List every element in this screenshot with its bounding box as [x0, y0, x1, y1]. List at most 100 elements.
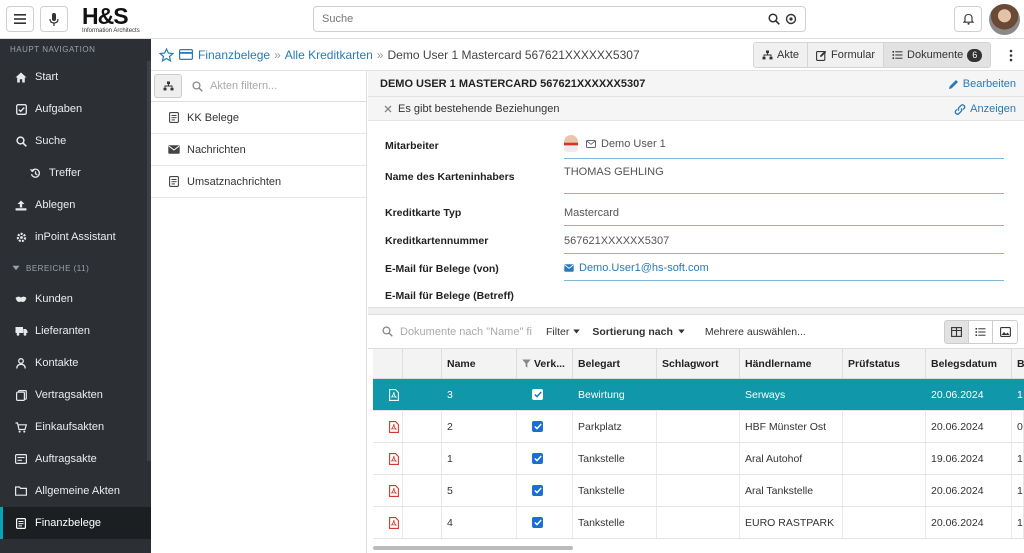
table-row[interactable]: 2 Parkplatz HBF Münster Ost 20.06.2024 0: [373, 411, 1024, 443]
akten-filter[interactable]: Akten filtern...: [192, 80, 277, 92]
row-schlagwort: [657, 475, 740, 506]
table-row[interactable]: 4 Tankstelle EURO RASTPARK 20.06.2024 1: [373, 507, 1024, 539]
sidebar-item-start[interactable]: Start: [0, 61, 151, 93]
sidebar-item-vertragsakten[interactable]: Vertragsakten: [0, 379, 151, 411]
microphone-button[interactable]: [40, 6, 68, 32]
sidebar-areas-header[interactable]: Bereiche (11): [0, 253, 151, 283]
field-value[interactable]: 567621XXXXXX5307: [564, 235, 1004, 254]
sidebar-item-inpoint-assistant[interactable]: inPoint Assistant: [0, 221, 151, 253]
sidebar-item-finanzbelege[interactable]: Finanzbelege: [0, 507, 151, 539]
search-icon: [192, 80, 203, 92]
row-checkbox[interactable]: [532, 517, 543, 528]
sidebar-item-allgemeine-akten[interactable]: Allgemeine Akten: [0, 475, 151, 507]
show-relations-button[interactable]: Anzeigen: [954, 103, 1016, 115]
tree-item-kk-belege[interactable]: KK Belege: [151, 102, 366, 134]
breadcrumb-separator: »: [376, 47, 384, 62]
documents-table: Name Verk... Belegart Schlagwort Händler…: [373, 349, 1024, 539]
column-header-b[interactable]: B: [1012, 349, 1024, 378]
search-icon: [382, 326, 393, 337]
row-schlagwort: [657, 379, 740, 410]
column-header-status[interactable]: [403, 349, 442, 378]
sidebar-areas-label: Bereiche (11): [26, 263, 90, 273]
tab-akte[interactable]: Akte: [754, 43, 809, 67]
more-options-button[interactable]: [1004, 47, 1018, 63]
sidebar-item-ablegen[interactable]: Ablegen: [0, 189, 151, 221]
tree-item-nachrichten[interactable]: Nachrichten: [151, 134, 366, 166]
record-title: DEMO USER 1 MASTERCARD 567621XXXXXX5307: [380, 77, 646, 90]
column-header-pruefstatus[interactable]: Prüfstatus: [843, 349, 926, 378]
sidebar-item-auftragsakte[interactable]: Auftragsakte: [0, 443, 151, 475]
document-icon: [167, 112, 181, 123]
search-icon[interactable]: [768, 13, 780, 25]
column-header-belegsdatum[interactable]: Belegsdatum: [926, 349, 1012, 378]
panel-splitter[interactable]: [368, 307, 1024, 315]
column-header-name[interactable]: Name: [442, 349, 517, 378]
sidebar-item-suche[interactable]: Suche: [0, 125, 151, 157]
star-icon[interactable]: [159, 47, 174, 62]
record-form: Mitarbeiter Demo User 1 Name des Karteni…: [368, 121, 1024, 306]
table-row[interactable]: 1 Tankstelle Aral Autohof 19.06.2024 1: [373, 443, 1024, 475]
gear-icon: [14, 230, 28, 244]
field-value[interactable]: [564, 291, 1004, 306]
sidebar-item-label: Einkaufsakten: [35, 421, 105, 433]
tab-dokumente[interactable]: Dokumente 6: [884, 43, 991, 67]
table-row[interactable]: 3 Bewirtung Serways 20.06.2024 1: [373, 379, 1024, 411]
sidebar-item-treffer[interactable]: Treffer: [0, 157, 151, 189]
sort-dropdown[interactable]: Sortierung nach: [592, 326, 685, 338]
row-pruefstatus: [843, 507, 926, 538]
tab-formular[interactable]: Formular: [808, 43, 885, 67]
column-header-icon[interactable]: [373, 349, 403, 378]
employee-avatar: [564, 135, 578, 152]
column-header-label: Verk...: [534, 357, 565, 370]
sidebar-item-aufgaben[interactable]: Aufgaben: [0, 93, 151, 125]
documents-search[interactable]: Dokumente nach "Name" fi: [382, 326, 534, 338]
row-b: 1: [1012, 475, 1024, 506]
row-file-icon: [373, 507, 403, 538]
global-search-input[interactable]: [322, 13, 768, 25]
sidebar-item-einkaufsakten[interactable]: Einkaufsakten: [0, 411, 151, 443]
column-header-belegart[interactable]: Belegart: [573, 349, 657, 378]
notifications-button[interactable]: [954, 6, 982, 32]
table-row[interactable]: 5 Tankstelle Aral Tankstelle 20.06.2024 1: [373, 475, 1024, 507]
field-mitarbeiter-value[interactable]: Demo User 1: [564, 135, 1004, 159]
voice-search-icon[interactable]: [785, 13, 797, 25]
table-view-button[interactable]: [945, 321, 969, 343]
sidebar-item-lieferanten[interactable]: Lieferanten: [0, 315, 151, 347]
tree-view-button[interactable]: [154, 74, 182, 98]
row-checkbox[interactable]: [532, 453, 543, 464]
breadcrumb-finanzbelege[interactable]: Finanzbelege: [198, 48, 270, 62]
gallery-view-button[interactable]: [993, 321, 1017, 343]
menu-button[interactable]: [6, 6, 34, 32]
row-belegart: Bewirtung: [573, 379, 657, 410]
row-checkbox[interactable]: [532, 485, 543, 496]
column-header-haendlername[interactable]: Händlername: [740, 349, 843, 378]
sidebar-item-kontakte[interactable]: Kontakte: [0, 347, 151, 379]
table-horizontal-scrollbar[interactable]: [373, 546, 573, 550]
field-label: E-Mail für Belege (Betreff): [385, 290, 514, 302]
row-checkbox[interactable]: [532, 389, 543, 400]
user-avatar[interactable]: [989, 4, 1020, 35]
tree-item-label: Umsatznachrichten: [187, 175, 282, 188]
caret-down-icon: [678, 329, 685, 334]
close-icon[interactable]: [384, 105, 392, 113]
breadcrumb-separator: »: [274, 47, 281, 62]
field-value[interactable]: Mastercard: [564, 207, 1004, 226]
vertical-dots-icon: [1009, 49, 1013, 61]
edit-button[interactable]: Bearbeiten: [948, 78, 1016, 90]
tree-item-umsatznachrichten[interactable]: Umsatznachrichten: [151, 166, 366, 198]
sidebar-item-kunden[interactable]: Kunden: [0, 283, 151, 315]
list-view-button[interactable]: [969, 321, 993, 343]
row-checkbox[interactable]: [532, 421, 543, 432]
breadcrumb-alle-kreditkarten[interactable]: Alle Kreditkarten: [285, 48, 373, 62]
multi-select-button[interactable]: Mehrere auswählen...: [705, 326, 806, 338]
row-status-cell: [403, 443, 442, 474]
field-email-von-value[interactable]: Demo.User1@hs-soft.com: [564, 262, 1004, 281]
customers-icon: [14, 292, 28, 306]
field-value[interactable]: THOMAS GEHLING: [564, 166, 1004, 194]
tab-akte-label: Akte: [777, 49, 800, 61]
filter-dropdown[interactable]: Filter: [546, 326, 581, 338]
order-icon: [14, 452, 28, 466]
row-status-cell: [403, 379, 442, 410]
column-header-schlagwort[interactable]: Schlagwort: [657, 349, 740, 378]
column-header-verk[interactable]: Verk...: [517, 349, 573, 378]
